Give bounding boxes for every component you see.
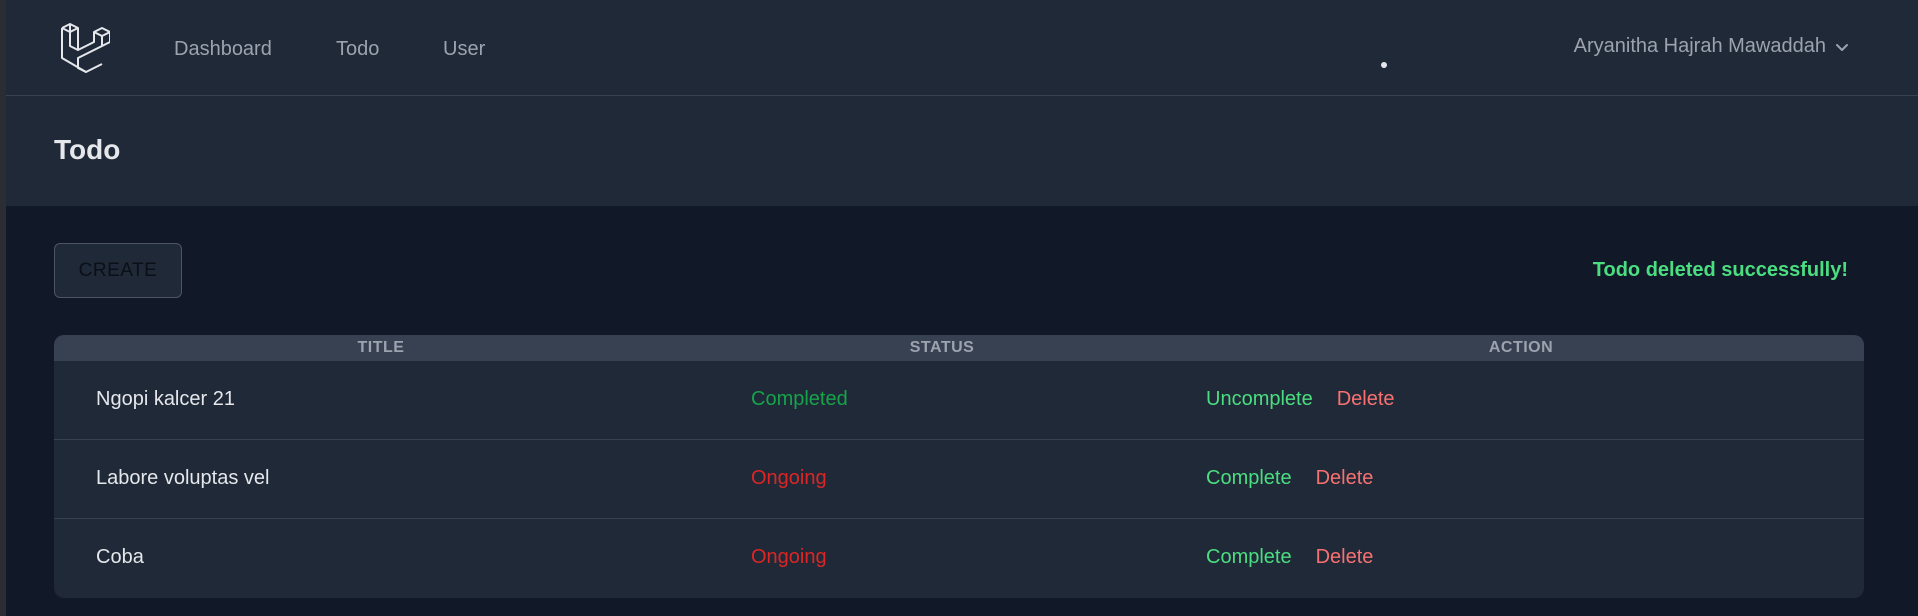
app-window: Dashboard Todo User Aryanitha Hajrah Maw… [0, 0, 1918, 616]
delete-button[interactable]: Delete [1337, 388, 1395, 411]
todo-title: Coba [96, 546, 144, 568]
table-row: Labore voluptas vel Ongoing Complete Del… [54, 441, 1864, 519]
todo-title: Labore voluptas vel [96, 467, 270, 489]
table-row: Coba Ongoing Complete Delete [54, 520, 1864, 598]
row-actions: Uncomplete Delete [1206, 388, 1395, 411]
todo-table: TITLE STATUS ACTION Ngopi kalcer 21 Comp… [54, 335, 1864, 598]
flash-message: Todo deleted successfully! [1592, 259, 1848, 281]
table-header: TITLE STATUS ACTION [54, 335, 1864, 361]
page-title: Todo [54, 134, 121, 165]
column-header-status: STATUS [909, 339, 975, 356]
todo-status: Ongoing [751, 546, 827, 568]
cursor-dot [1381, 62, 1387, 68]
complete-button[interactable]: Complete [1206, 467, 1292, 490]
todo-status: Ongoing [751, 467, 827, 489]
nav-link-todo[interactable]: Todo [336, 37, 379, 61]
column-header-action: ACTION [1488, 339, 1554, 356]
nav-link-user[interactable]: User [443, 37, 485, 61]
page-header: Todo [6, 96, 1918, 206]
user-menu-button[interactable]: Aryanitha Hajrah Mawaddah [1574, 35, 1850, 58]
laravel-logo-icon[interactable] [58, 22, 110, 74]
row-actions: Complete Delete [1206, 546, 1373, 569]
todo-title: Ngopi kalcer 21 [96, 388, 235, 410]
delete-button[interactable]: Delete [1316, 467, 1374, 490]
complete-button[interactable]: Complete [1206, 546, 1292, 569]
row-actions: Complete Delete [1206, 467, 1373, 490]
todo-status: Completed [751, 388, 848, 410]
column-header-title: TITLE [357, 339, 405, 356]
chevron-down-icon [1836, 43, 1848, 51]
nav-link-dashboard[interactable]: Dashboard [174, 37, 272, 61]
top-navigation: Dashboard Todo User Aryanitha Hajrah Maw… [6, 0, 1918, 96]
delete-button[interactable]: Delete [1316, 546, 1374, 569]
uncomplete-button[interactable]: Uncomplete [1206, 388, 1313, 411]
table-row: Ngopi kalcer 21 Completed Uncomplete Del… [54, 362, 1864, 440]
create-button[interactable]: CREATE [54, 243, 182, 298]
user-name: Aryanitha Hajrah Mawaddah [1573, 35, 1826, 57]
